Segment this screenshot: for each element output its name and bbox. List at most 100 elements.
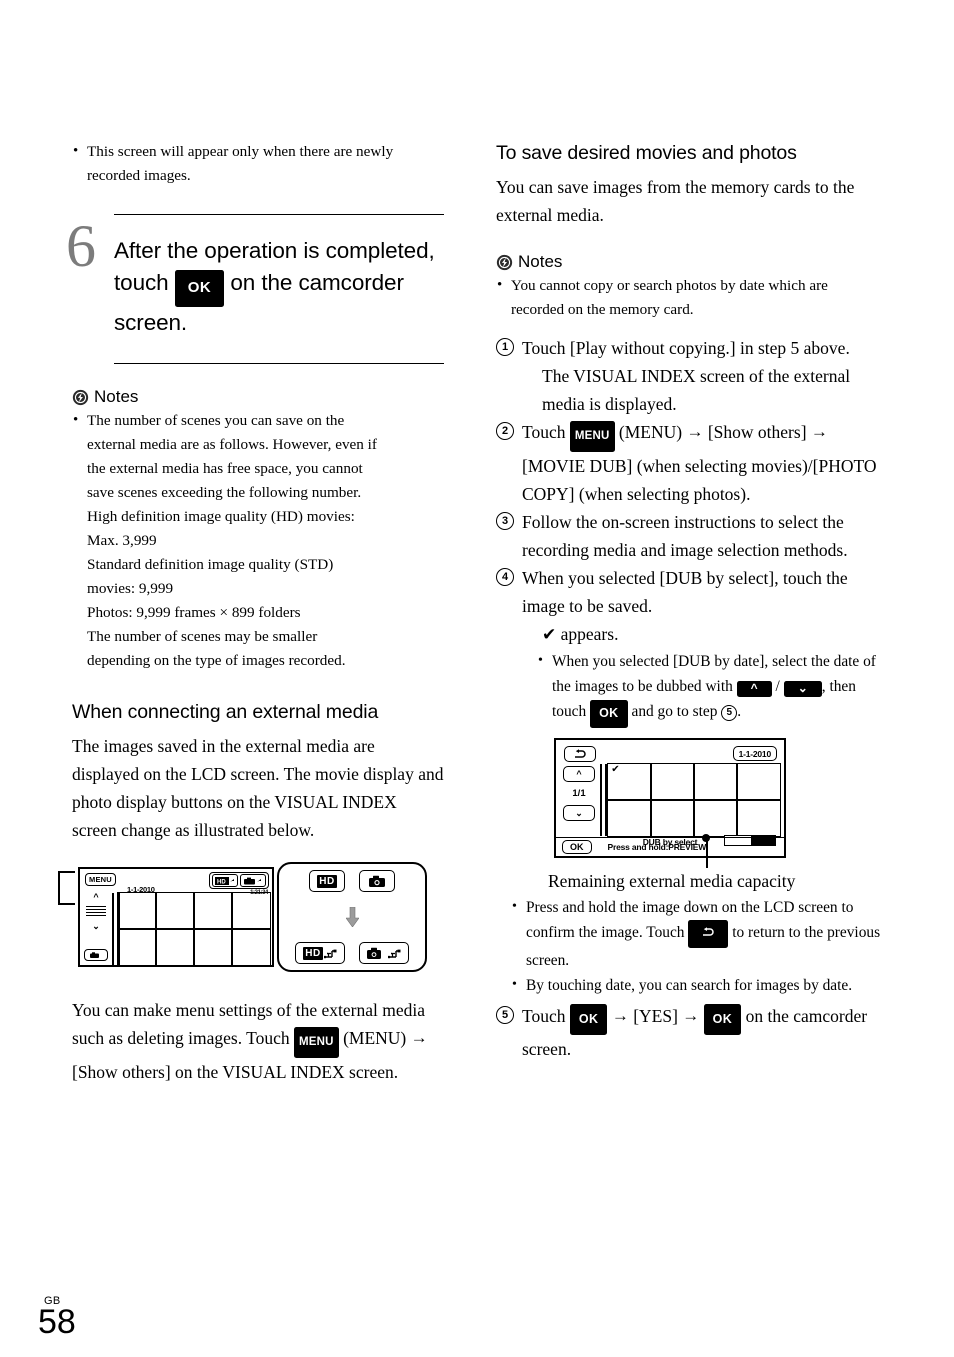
scroll-down-icon[interactable]: ⌄ [92,922,100,931]
step-text: Touch [Play without copying.] in step 5 … [522,338,850,358]
usb-icon [387,949,401,958]
thumbnail-cell[interactable] [117,928,157,966]
photo-button-before[interactable] [358,870,395,892]
button-change-callout: HD HD [277,862,427,972]
hd-movie-usb-button-after[interactable]: HD [295,942,345,964]
up-chevron-chip[interactable]: ^ [736,681,772,697]
step-instruction: After the operation is completed, touch … [114,215,444,357]
notes-label: Notes [518,252,563,271]
ok-chip[interactable]: OK [590,700,628,728]
step-subtext: The VISUAL INDEX screen of the external … [542,366,851,414]
camera-icon [366,947,381,959]
usb-icon [323,949,337,958]
thumbnail-cell-selected[interactable]: ✔ [607,763,652,801]
note-line: external media are as follows. However, … [87,436,377,453]
step-4-subbullets: When you selected [DUB by date], select … [536,648,884,728]
top-bullet-list: This screen will appear only when there … [72,139,444,188]
date-chip[interactable]: 1-1-2010 [732,746,777,761]
menu-button-icon[interactable]: MENU [85,873,116,886]
thumbnail-cell[interactable] [193,892,233,930]
photo-button-icon[interactable] [240,874,266,887]
thumbnail-cell[interactable] [693,763,738,801]
thumbnail-cell[interactable] [650,799,695,837]
list-item: The number of scenes you can save on the… [72,408,444,673]
hd-movie-button-before[interactable]: HD [309,870,345,892]
notes-list-left: The number of scenes you can save on the… [72,408,444,673]
note-line: High definition image quality (HD) movie… [87,508,355,525]
note-line: Max. 3,999 [87,532,157,549]
before-buttons-row: HD [309,870,395,892]
thumbnail-cell[interactable] [607,799,652,837]
thumbnail-cell[interactable] [231,928,271,966]
step-text: Follow the on-screen instructions to sel… [522,512,848,560]
note-line: The number of scenes may be smaller [87,628,318,645]
step-item-2: 2 Touch MENU (MENU) → [Show others] → [M… [496,418,884,508]
scroll-up-icon[interactable]: ^ [93,893,98,902]
ok-button[interactable]: OK [562,840,592,854]
index-list-icon[interactable] [86,906,106,918]
lcd-screen-illustration: 1-1-2010 ^ 1/1 ⌄ ✔ DUB by select OK Pres… [554,738,786,858]
bullet-text: By touching date, you can search for ima… [526,977,853,994]
list-item: When you selected [DUB by date], select … [536,648,884,728]
thumbnail-cell[interactable] [117,892,157,930]
arrow-right-icon: → [410,1028,428,1047]
lcd-bottom-bar: OK Press and hold:PREVIEW [556,837,784,856]
notes-header-right: Notes [496,253,884,271]
notes-header-left: Notes [72,388,444,406]
playback-mode-icon[interactable] [84,949,108,961]
scrollbar[interactable] [600,764,607,836]
step-marker: 3 [496,512,514,530]
capacity-caption: Remaining external media capacity [548,871,796,891]
step-item-1: 1 Touch [Play without copying.] in step … [496,334,884,418]
notes-flash-icon [72,389,89,406]
photo-usb-button-after[interactable] [358,942,409,964]
thumbnail-cell[interactable] [650,763,695,801]
closing-text-3: [Show others] on the VISUAL INDEX screen… [72,1062,399,1082]
ok-chip[interactable]: OK [569,1004,608,1035]
scroll-up-button[interactable]: ^ [563,766,595,782]
callout-connector [58,871,75,905]
thumbnail-cell[interactable] [693,799,738,837]
lcd-screen-illustration: MENU HD 1-1-2010 1:21:34 ^ ⌄ [78,867,274,967]
subbullet-text-end: . [737,703,742,720]
thumbnail-cell[interactable] [155,928,195,966]
note-line: the external media has free space, you c… [87,460,363,477]
notes-label: Notes [94,387,139,406]
right-column: To save desired movies and photos You ca… [496,140,884,1063]
back-button-icon[interactable] [564,746,596,762]
arrow-right-icon: → [810,422,828,441]
thumbnail-cell[interactable] [155,892,195,930]
subsection-paragraph: The images saved in the external media a… [72,736,444,840]
ok-chip[interactable]: OK [703,1004,742,1035]
step-number: 6 [66,213,96,279]
arrow-right-icon: → [682,1006,700,1025]
menu-chip[interactable]: MENU [569,420,615,452]
thumbnail-cell[interactable] [193,928,233,966]
leader-line [706,838,708,868]
top-button-group: HD [209,872,269,889]
after-figure-bullets: Press and hold the image down on the LCD… [510,894,884,998]
hd-movie-button-icon[interactable]: HD [212,874,238,887]
page-number: 58 [38,1303,76,1341]
after-buttons-row: HD [295,942,409,964]
down-chevron-chip[interactable]: ⌄ [783,681,822,697]
step-rule-bottom [114,363,444,364]
visual-index-change-figure: MENU HD 1-1-2010 1:21:34 ^ ⌄ HD HD [58,862,432,972]
ok-chip[interactable]: OK [174,270,225,307]
step-6-block: 6 After the operation is completed, touc… [66,214,444,364]
back-chip[interactable] [688,920,729,948]
list-item: By touching date, you can search for ima… [510,972,884,998]
note-line: depending on the type of images recorded… [87,652,346,669]
scroll-down-button[interactable]: ⌄ [563,805,595,821]
menu-chip[interactable]: MENU [294,1026,339,1058]
hd-glyph-icon: HD [317,874,337,888]
thumbnail-cell[interactable] [736,799,781,837]
thumbnail-cell[interactable] [231,892,271,930]
list-item: Press and hold the image down on the LCD… [510,894,884,973]
thumbnail-cell[interactable] [736,763,781,801]
note-line: save scenes exceeding the following numb… [87,484,362,501]
list-item: You cannot copy or search photos by date… [496,273,884,322]
step-reference-marker: 5 [721,705,738,721]
slash-separator: / [775,678,780,695]
step-marker: 5 [496,1006,514,1024]
